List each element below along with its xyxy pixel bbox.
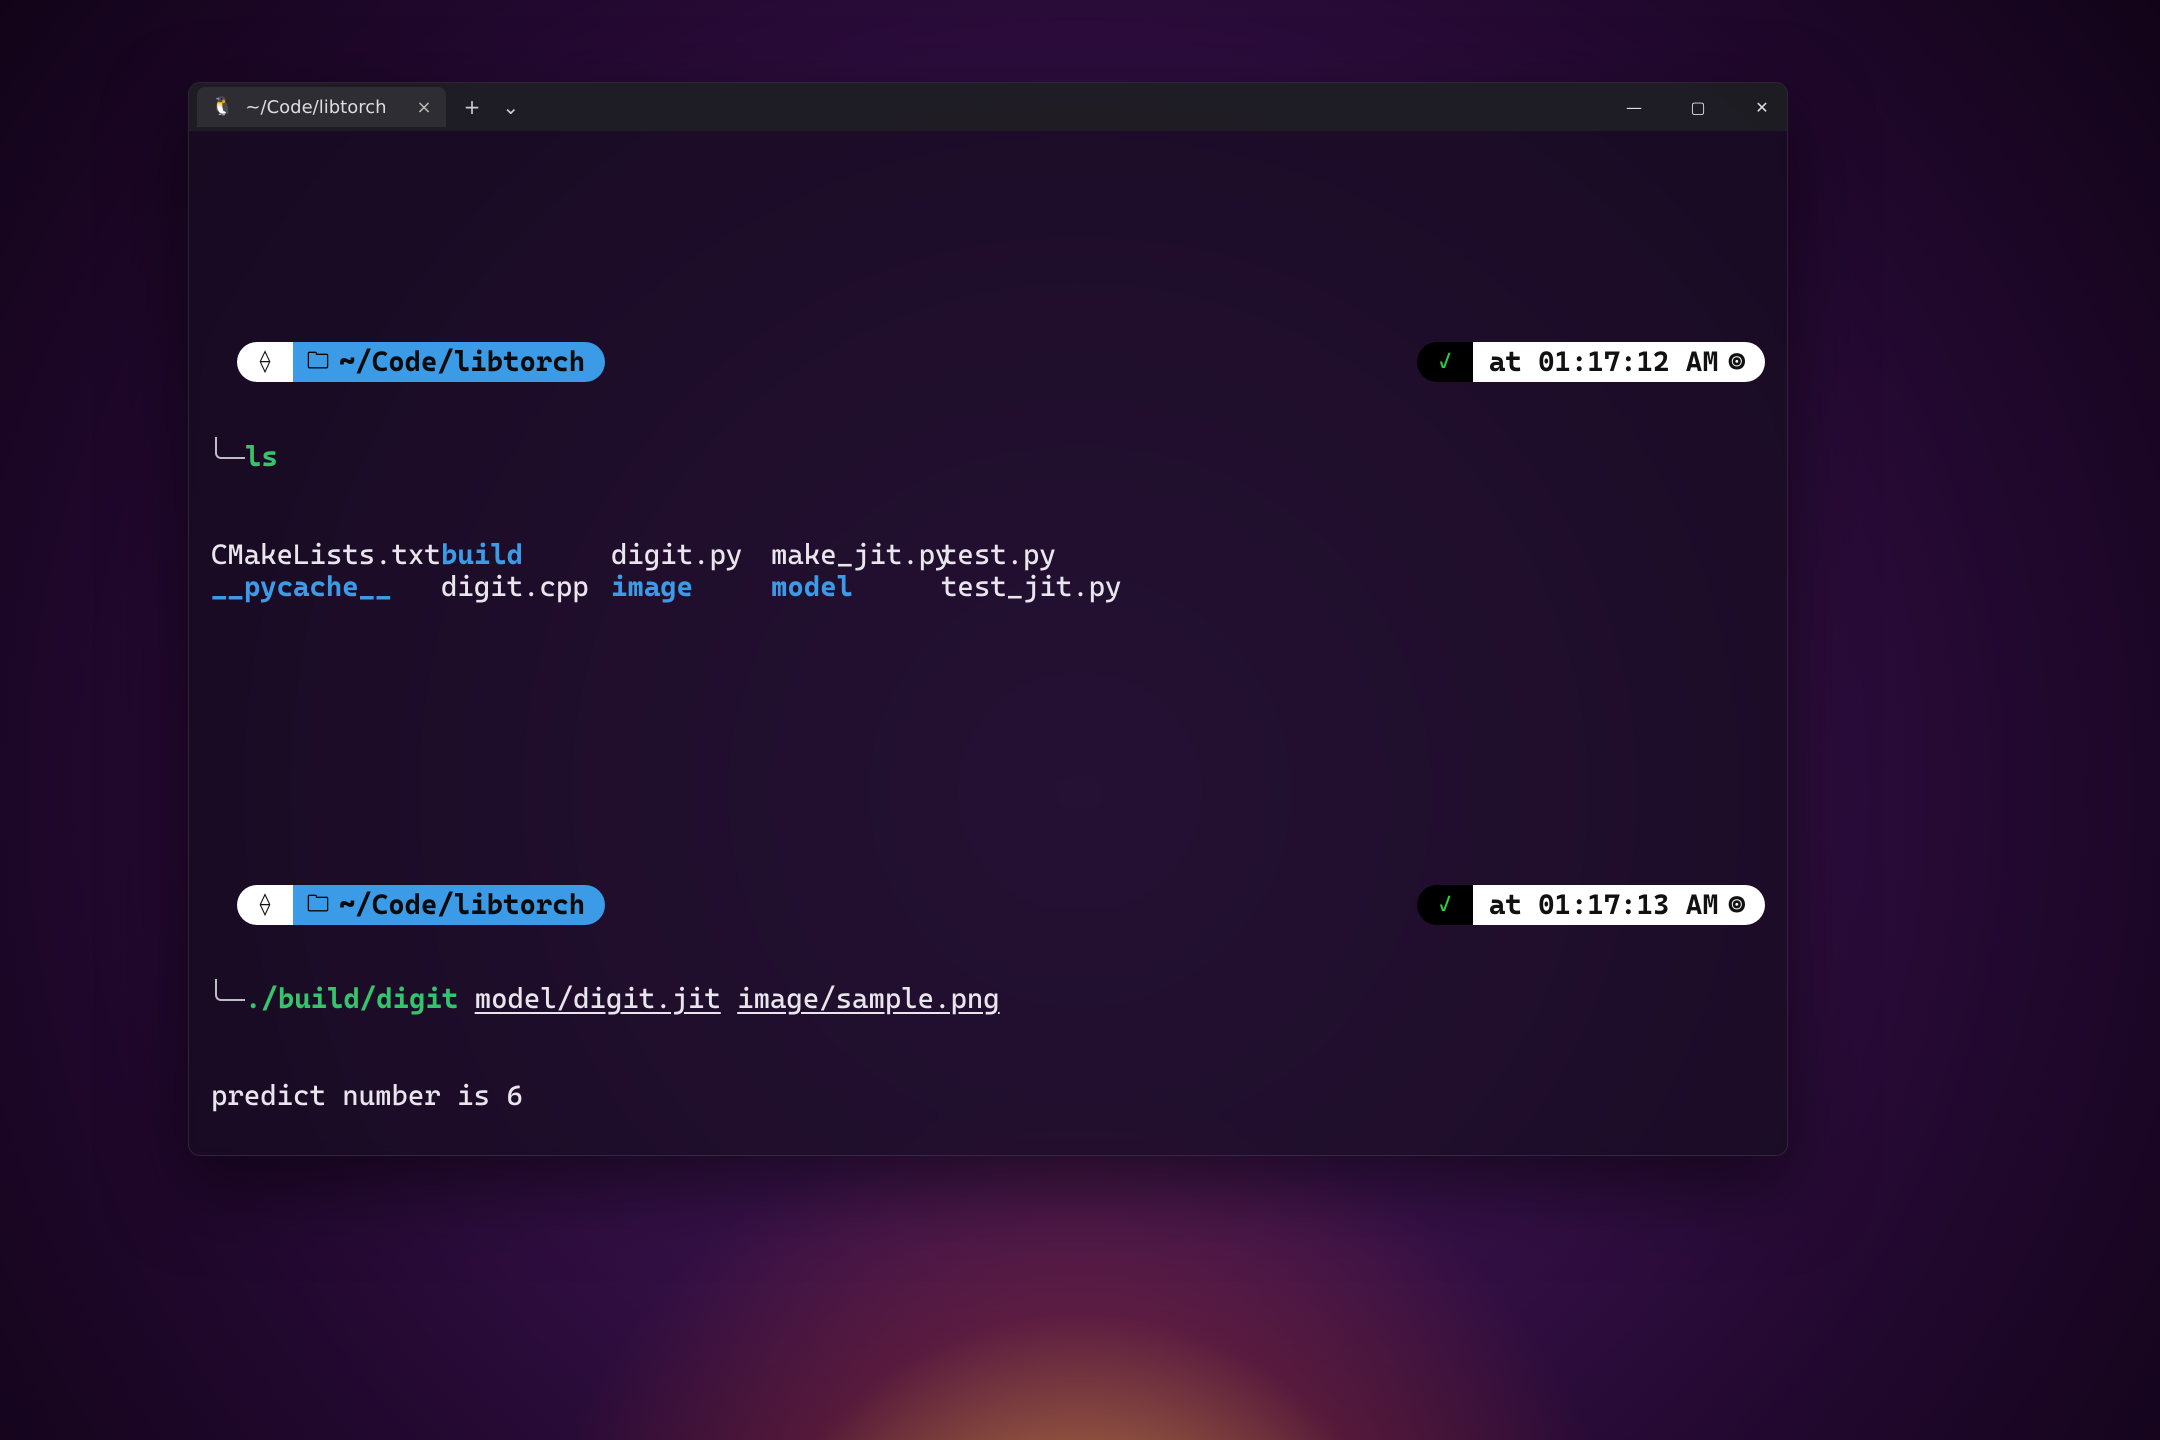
prompt-pill: ⟠ 🗀 ~/Code/libtorch bbox=[237, 342, 605, 382]
os-icon: ⟠ bbox=[237, 885, 293, 925]
ls-item: test.py bbox=[941, 539, 1121, 571]
tab-dropdown-button[interactable]: ⌄ bbox=[502, 95, 519, 119]
ls-item: digit.py bbox=[611, 539, 771, 571]
command-text: ./build/digit model/digit.jit image/samp… bbox=[245, 983, 1000, 1015]
clock-icon: ◎ bbox=[1729, 889, 1745, 921]
timestamp-pill: ✓ at 01:17:12 AM ◎ bbox=[1417, 342, 1765, 382]
minimize-button[interactable]: — bbox=[1619, 98, 1649, 117]
new-tab-button[interactable]: + bbox=[464, 95, 481, 119]
ls-output: CMakeLists.txt build digit.py make_jit.p… bbox=[211, 539, 1765, 603]
terminal-window: 🐧 ~/Code/libtorch × + ⌄ — ▢ ✕ ⟠ 🗀 bbox=[188, 82, 1788, 1156]
tab-actions: + ⌄ bbox=[464, 95, 520, 119]
command-output: predict number is 6 bbox=[211, 1080, 1765, 1112]
tux-icon: 🐧 bbox=[211, 98, 233, 116]
check-icon: ✓ bbox=[1417, 885, 1473, 925]
titlebar: 🐧 ~/Code/libtorch × + ⌄ — ▢ ✕ bbox=[189, 83, 1787, 131]
timestamp: at 01:17:13 AM bbox=[1489, 889, 1719, 921]
os-icon: ⟠ bbox=[237, 342, 293, 382]
close-window-button[interactable]: ✕ bbox=[1747, 98, 1777, 117]
ls-item: image bbox=[611, 571, 771, 603]
timestamp-pill: ✓ at 01:17:13 AM ◎ bbox=[1417, 885, 1765, 925]
timestamp: at 01:17:12 AM bbox=[1489, 346, 1719, 378]
ls-item: CMakeLists.txt bbox=[211, 539, 441, 571]
tab-close-button[interactable]: × bbox=[417, 97, 432, 118]
window-controls: — ▢ ✕ bbox=[1619, 83, 1777, 131]
folder-icon: 🗀 bbox=[307, 894, 329, 916]
ls-item: digit.cpp bbox=[441, 571, 611, 603]
clock-icon: ◎ bbox=[1729, 346, 1745, 378]
tab-title: ~/Code/libtorch bbox=[245, 97, 386, 118]
terminal-body[interactable]: ⟠ 🗀 ~/Code/libtorch ✓ at 01:17:12 AM ◎ bbox=[189, 131, 1787, 1156]
folder-icon: 🗀 bbox=[307, 351, 329, 373]
ls-item: build bbox=[441, 539, 611, 571]
prompt-connector bbox=[215, 979, 245, 1001]
command-block: ⟠ 🗀 ~/Code/libtorch ✓ at 01:17:13 AM ◎ bbox=[211, 821, 1765, 1156]
prompt-connector bbox=[215, 437, 245, 459]
prompt-pill: ⟠ 🗀 ~/Code/libtorch bbox=[237, 885, 605, 925]
ls-item: test_jit.py bbox=[941, 571, 1121, 603]
check-icon: ✓ bbox=[1417, 342, 1473, 382]
prompt-path: ~/Code/libtorch bbox=[339, 889, 585, 921]
ls-item: __pycache__ bbox=[211, 571, 441, 603]
ls-item: model bbox=[771, 571, 941, 603]
command-text: ls bbox=[245, 440, 278, 473]
ls-item: make_jit.py bbox=[771, 539, 941, 571]
maximize-button[interactable]: ▢ bbox=[1683, 98, 1713, 117]
command-block: ⟠ 🗀 ~/Code/libtorch ✓ at 01:17:12 AM ◎ bbox=[211, 278, 1765, 668]
prompt-path: ~/Code/libtorch bbox=[339, 346, 585, 378]
tab-active[interactable]: 🐧 ~/Code/libtorch × bbox=[197, 87, 446, 127]
